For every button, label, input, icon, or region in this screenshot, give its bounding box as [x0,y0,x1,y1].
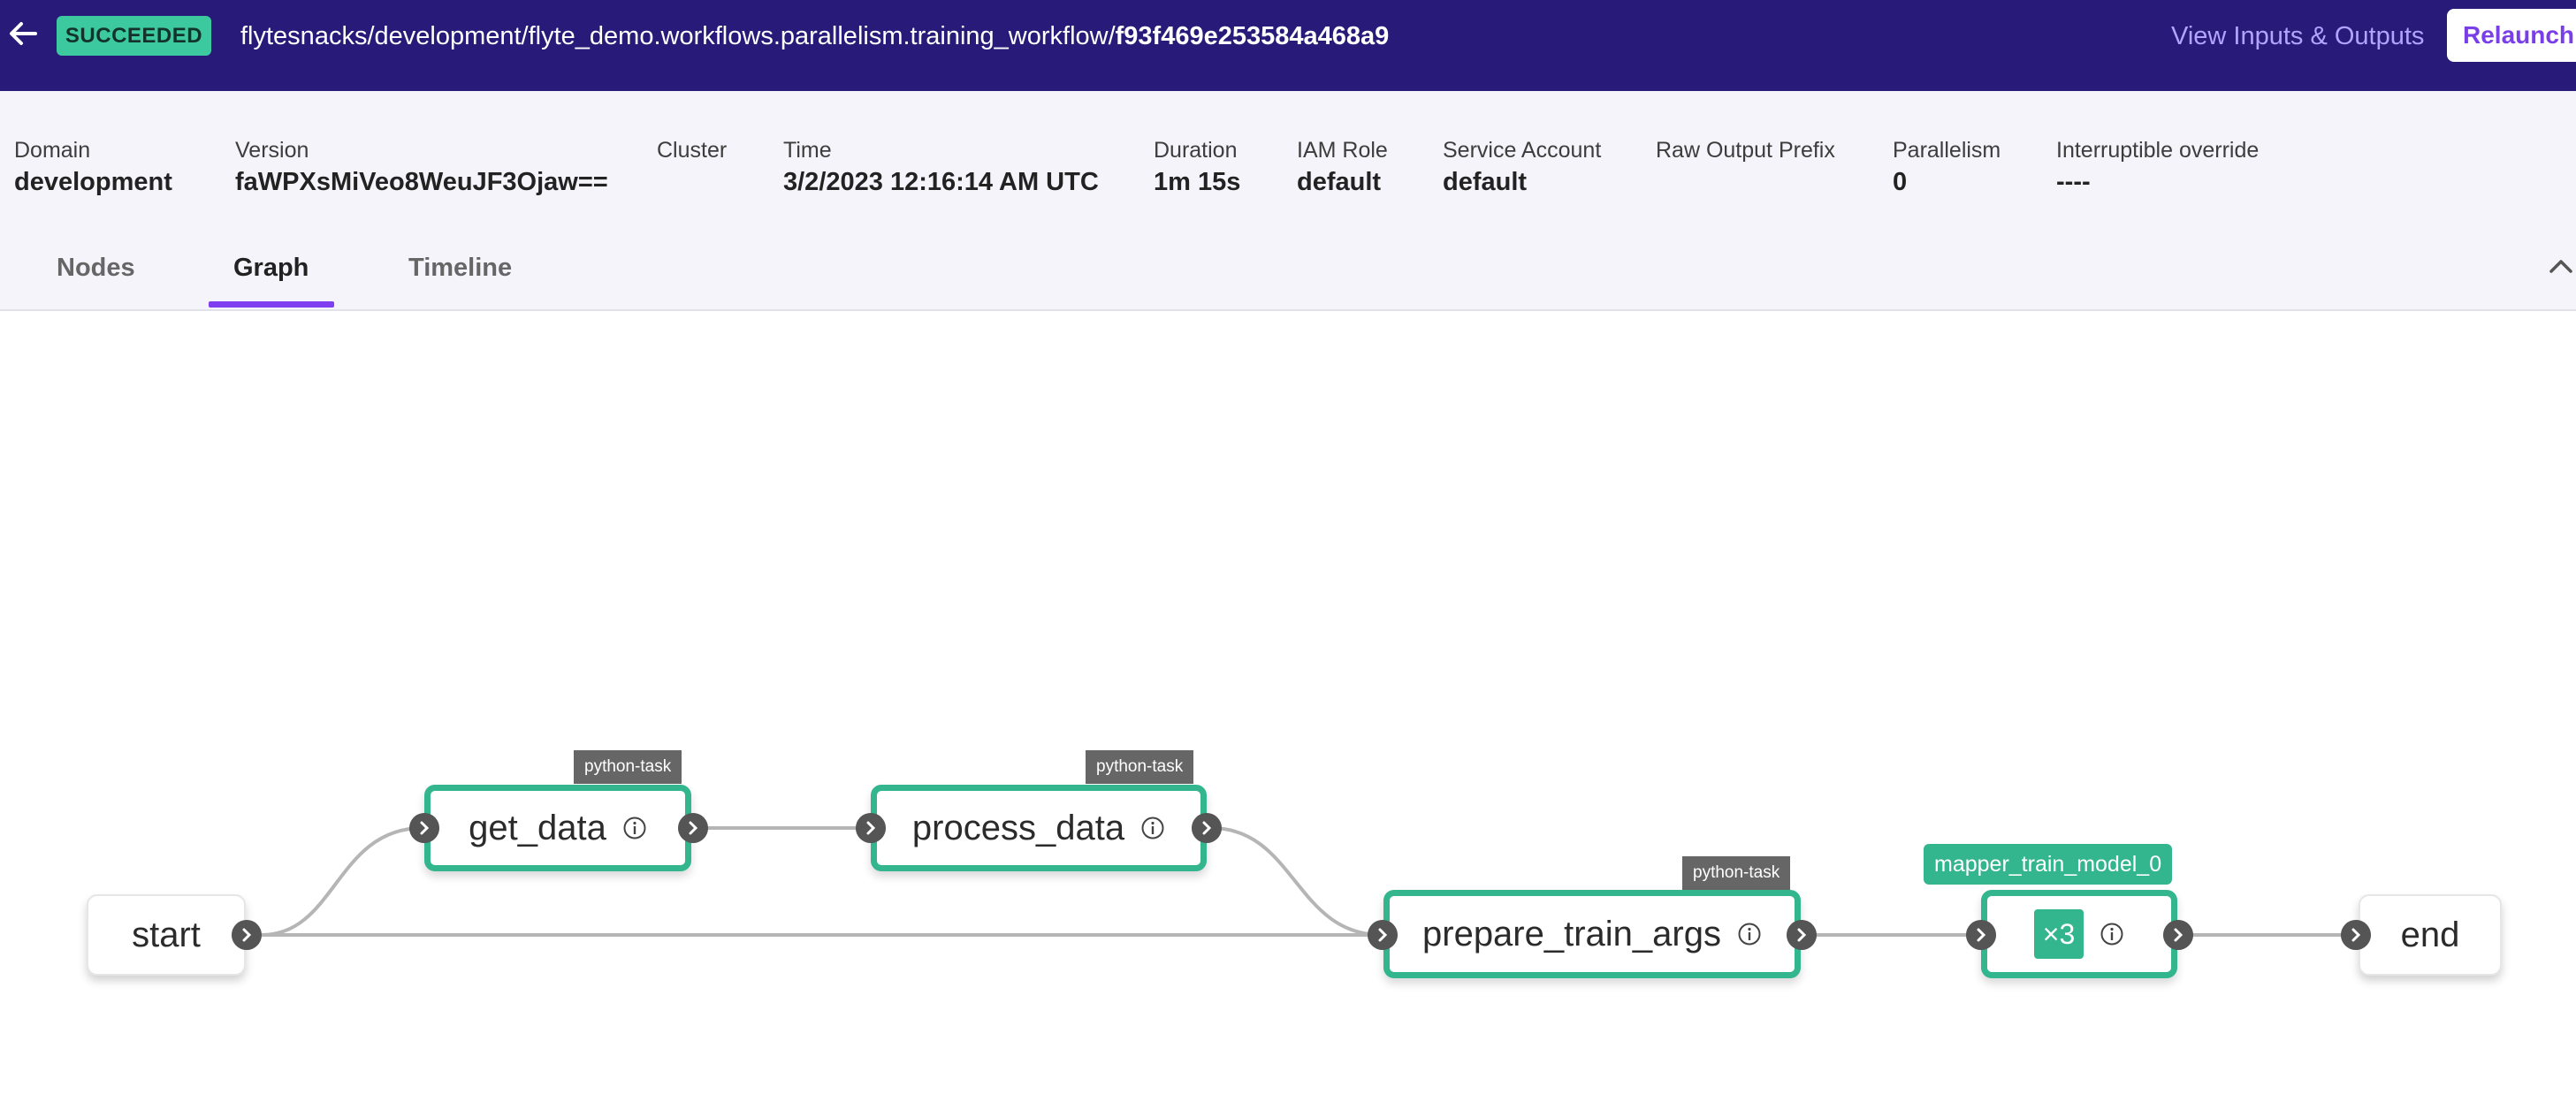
execution-id: f93f469e253584a468a9 [1115,22,1390,50]
meta-parallelism: Parallelism 0 [1893,135,2001,199]
meta-iam-role: IAM Role default [1297,135,1388,199]
meta-value: 0 [1893,168,1908,196]
node-get-data[interactable]: get_data [424,785,691,871]
meta-label: Interruptible override [2056,138,2260,163]
relaunch-button[interactable]: Relaunch [2447,9,2576,62]
tab-graph[interactable]: Graph [233,232,309,303]
view-inputs-outputs-link[interactable]: View Inputs & Outputs [2171,18,2424,55]
node-end[interactable]: end [2359,894,2502,976]
node-process-data[interactable]: process_data [871,785,1207,871]
input-port-chevron-icon[interactable] [1966,920,1996,950]
info-icon[interactable] [622,816,647,840]
meta-value: 1m 15s [1154,168,1241,196]
breadcrumb-path: flytesnacks/development/flyte_demo.workf… [240,22,1116,50]
meta-domain: Domain development [14,135,172,199]
meta-label: Time [783,138,832,163]
meta-label: Duration [1154,138,1238,163]
input-port-chevron-icon[interactable] [1368,920,1398,950]
meta-service-account: Service Account default [1443,135,1601,199]
task-type-tag: python-task [574,750,682,784]
meta-value: development [14,168,172,196]
node-start[interactable]: start [87,894,246,976]
input-port-chevron-icon[interactable] [2341,920,2371,950]
meta-raw-output-prefix: Raw Output Prefix [1656,135,1835,199]
meta-label: Version [235,138,309,163]
info-icon[interactable] [2100,922,2124,946]
meta-value [657,165,727,199]
meta-version: Version faWPXsMiVeo8WeuJF3Ojaw== [235,135,608,199]
breadcrumb: flytesnacks/development/flyte_demo.workf… [240,18,1389,55]
input-port-chevron-icon[interactable] [409,813,439,843]
node-label: get_data [469,808,606,847]
execution-metadata: Domain development Version faWPXsMiVeo8W… [0,91,2576,311]
status-badge: SUCCEEDED [57,16,211,56]
workflow-graph: start python-task get_data python-task p… [0,309,2576,1094]
edge-start-get-data [261,826,423,937]
info-icon[interactable] [1737,922,1762,946]
meta-label: Raw Output Prefix [1656,138,1835,163]
meta-time: Time 3/2/2023 12:16:14 AM UTC [783,135,1099,199]
output-port-chevron-icon[interactable] [678,813,708,843]
node-mapper-train-model[interactable]: ×3 [1981,890,2177,978]
node-prepare-train-args[interactable]: prepare_train_args [1383,890,1801,978]
meta-value [1656,165,1835,199]
meta-label: Parallelism [1893,138,2001,163]
graph-edges [261,826,2355,937]
output-port-chevron-icon[interactable] [2163,920,2193,950]
output-port-chevron-icon[interactable] [232,920,262,950]
node-label: start [132,915,201,954]
node-label: prepare_train_args [1422,914,1721,953]
meta-value: ---- [2056,168,2091,196]
mapper-task-name: mapper_train_model_0 [1924,844,2173,885]
output-port-chevron-icon[interactable] [1787,920,1817,950]
tab-nodes[interactable]: Nodes [57,232,135,303]
meta-cluster: Cluster [657,135,727,199]
task-type-tag: python-task [1682,856,1791,890]
meta-label: Cluster [657,138,728,163]
meta-value: faWPXsMiVeo8WeuJF3Ojaw== [235,168,608,196]
meta-value: default [1297,168,1382,196]
meta-duration: Duration 1m 15s [1154,135,1240,199]
meta-label: Domain [14,138,91,163]
node-label: end [2400,915,2460,954]
active-tab-indicator [209,301,334,308]
back-arrow-icon[interactable] [5,16,41,51]
node-label: process_data [911,808,1125,847]
chevron-up-icon[interactable] [2546,252,2576,282]
map-count-chip: ×3 [2034,909,2084,959]
output-port-chevron-icon[interactable] [1192,813,1222,843]
info-icon[interactable] [1140,816,1165,840]
edge-process-data-prepare-train-args [1210,826,1383,937]
task-type-tag: python-task [1086,750,1194,784]
meta-interruptible-override: Interruptible override ---- [2056,135,2259,199]
input-port-chevron-icon[interactable] [856,813,886,843]
meta-value: default [1443,168,1528,196]
meta-value: 3/2/2023 12:16:14 AM UTC [783,168,1099,196]
top-bar: SUCCEEDED flytesnacks/development/flyte_… [0,0,2576,91]
meta-label: Service Account [1443,138,1602,163]
meta-label: IAM Role [1297,138,1388,163]
tab-timeline[interactable]: Timeline [408,232,512,303]
